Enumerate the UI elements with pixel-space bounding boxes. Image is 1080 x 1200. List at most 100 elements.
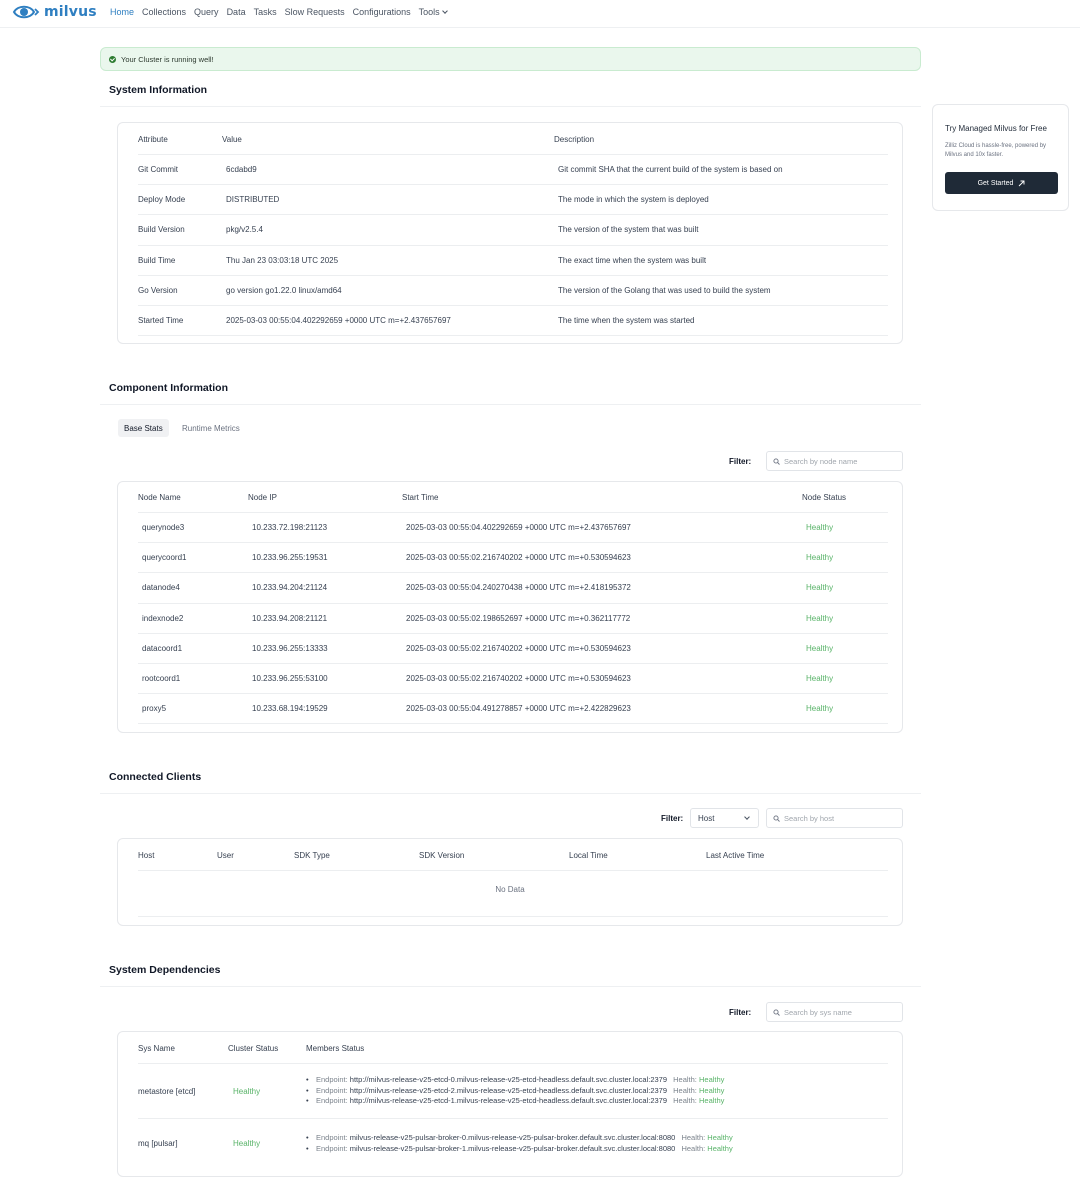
value-cell: Thu Jan 23 03:03:18 UTC 2025 [226, 255, 339, 265]
member-item: • Endpoint: milvus-release-v25-pulsar-bro… [306, 1133, 733, 1144]
column-header: Host [138, 851, 155, 860]
node-ip-cell: 10.233.94.204:21124 [252, 583, 328, 593]
health-label: Health: [673, 1085, 697, 1095]
chevron-down-icon [441, 8, 448, 14]
filter-label: Filter: [729, 1008, 752, 1017]
empty-state: No Data [495, 885, 525, 894]
table-row: querynode3 10.233.72.198:21123 2025-03-03 … [138, 513, 888, 544]
host-search-field[interactable] [766, 808, 903, 828]
nav-query[interactable]: Query [194, 7, 219, 17]
description-cell: The exact time when the system was built [558, 255, 707, 265]
attribute-cell: Started Time [138, 316, 184, 326]
table-header: Attribute Value Description [138, 125, 888, 155]
nav-tools-menu[interactable]: Tools [419, 7, 448, 17]
value-cell: pkg/v2.5.4 [226, 225, 263, 235]
system-dependencies-card: Sys Name Cluster Status Members Status m… [117, 1031, 903, 1177]
dependencies-table: Sys Name Cluster Status Members Status m… [138, 1034, 888, 1168]
health-status: Healthy [707, 1133, 733, 1142]
get-started-label: Get Started [977, 179, 1014, 187]
sys-search-input[interactable] [784, 1007, 894, 1017]
bullet-icon: • [306, 1133, 309, 1142]
nav-configurations[interactable]: Configurations [353, 7, 411, 17]
filter-label: Filter: [661, 814, 684, 823]
health-label: Health: [681, 1133, 706, 1142]
value-cell: 6cdabd9 [226, 165, 257, 175]
health-status: Healthy [698, 1096, 725, 1106]
tab-base-stats[interactable]: Base Stats [118, 419, 169, 437]
node-name-cell: querycoord1 [142, 553, 187, 563]
endpoint-value: milvus-release-v25-pulsar-broker-0.milvu… [349, 1133, 676, 1142]
start-time-cell: 2025-03-03 00:55:04.240270438 +0000 UTC … [406, 583, 631, 593]
node-ip-cell: 10.233.72.198:21123 [252, 523, 328, 533]
table-header: Node Name Node IP Start Time Node Status [138, 483, 888, 513]
node-search-field[interactable] [766, 451, 903, 471]
table-header: Sys Name Cluster Status Members Status [138, 1034, 888, 1064]
node-ip-cell: 10.233.96.255:53100 [252, 674, 328, 684]
nav-home[interactable]: Home [110, 7, 134, 17]
node-name-cell: datacoord1 [142, 643, 183, 653]
start-time-cell: 2025-03-03 00:55:04.491278857 +0000 UTC … [406, 704, 631, 714]
select-value: Host [698, 813, 715, 823]
client-filter-select[interactable]: Host [690, 808, 759, 828]
brand-logo[interactable]: milvus [12, 2, 97, 22]
member-item: • Endpoint: http://milvus-release-v25-etc… [306, 1096, 724, 1107]
attribute-cell: Git Commit [138, 165, 178, 175]
endpoint-value: http://milvus-release-v25-etcd-2.milvus-… [349, 1085, 668, 1095]
table-row: Build Time Thu Jan 23 03:03:18 UTC 2025 Th… [138, 246, 888, 276]
cluster-status-badge: Healthy [233, 1139, 261, 1148]
nav-tasks[interactable]: Tasks [254, 7, 277, 17]
bullet-icon: • [306, 1075, 309, 1085]
nav-slow-requests[interactable]: Slow Requests [285, 7, 345, 17]
tab-runtime-metrics[interactable]: Runtime Metrics [176, 419, 246, 437]
health-label: Health: [681, 1143, 706, 1153]
column-header: User [217, 851, 234, 860]
node-name-cell: datanode4 [142, 583, 180, 593]
column-header: Attribute [138, 135, 168, 144]
node-name-cell: rootcoord1 [142, 674, 181, 684]
brand-name: milvus [44, 4, 97, 20]
column-header: Members Status [306, 1044, 365, 1053]
external-link-icon [1019, 180, 1025, 186]
host-search-input[interactable] [784, 813, 894, 823]
value-cell: go version go1.22.0 linux/amd64 [226, 285, 342, 295]
connected-clients-card: Host User SDK Type SDK Version Local Tim… [117, 838, 903, 926]
node-name-cell: querynode3 [142, 523, 185, 533]
health-status: Healthy [707, 1143, 733, 1153]
attribute-cell: Deploy Mode [138, 195, 186, 205]
endpoint-label: Endpoint: [316, 1075, 348, 1085]
system-info-table: Attribute Value Description Git Commit 6c… [138, 125, 888, 337]
sys-search-field[interactable] [766, 1002, 903, 1022]
node-search-input[interactable] [784, 456, 894, 466]
bullet-icon: • [306, 1143, 309, 1153]
component-table: Node Name Node IP Start Time Node Status… [138, 483, 888, 725]
chevron-down-icon [744, 814, 750, 820]
table-row: datanode4 10.233.94.204:21124 2025-03-03 0… [138, 573, 888, 604]
member-item: • Endpoint: http://milvus-release-v25-etc… [306, 1075, 724, 1086]
table-row: proxy5 10.233.68.194:19529 2025-03-03 00:5… [138, 694, 888, 725]
nav-collections[interactable]: Collections [142, 7, 186, 17]
column-header: Node Status [802, 493, 847, 502]
endpoint-value: milvus-release-v25-pulsar-broker-1.milvu… [349, 1143, 676, 1153]
start-time-cell: 2025-03-03 00:55:02.216740202 +0000 UTC … [406, 674, 631, 684]
milvus-logo-icon [12, 5, 40, 19]
cluster-status-alert: Your Cluster is running well! [100, 47, 921, 71]
column-header: SDK Type [294, 851, 330, 860]
table-row: Go Version go version go1.22.0 linux/amd6… [138, 276, 888, 306]
start-time-cell: 2025-03-03 00:55:02.216740202 +0000 UTC … [406, 643, 631, 653]
node-ip-cell: 10.233.96.255:19531 [252, 553, 328, 563]
system-info-title: System Information [109, 84, 208, 96]
table-row: Started Time 2025-03-03 00:55:04.40229265… [138, 306, 888, 337]
column-header: Node IP [248, 493, 277, 502]
filter-label: Filter: [729, 457, 752, 466]
get-started-button[interactable]: Get Started [945, 172, 1058, 194]
node-status-badge: Healthy [806, 704, 834, 714]
description-cell: The version of the system that was built [558, 225, 699, 235]
nav-data[interactable]: Data [227, 7, 246, 17]
attribute-cell: Build Time [138, 255, 176, 265]
endpoint-value: http://milvus-release-v25-etcd-1.milvus-… [349, 1096, 668, 1106]
column-header: Node Name [138, 493, 181, 502]
table-row: datacoord1 10.233.96.255:13333 2025-03-03 … [138, 634, 888, 664]
column-header: Description [554, 135, 595, 144]
member-item: • Endpoint: http://milvus-release-v25-etc… [306, 1086, 724, 1097]
node-status-badge: Healthy [806, 583, 834, 593]
